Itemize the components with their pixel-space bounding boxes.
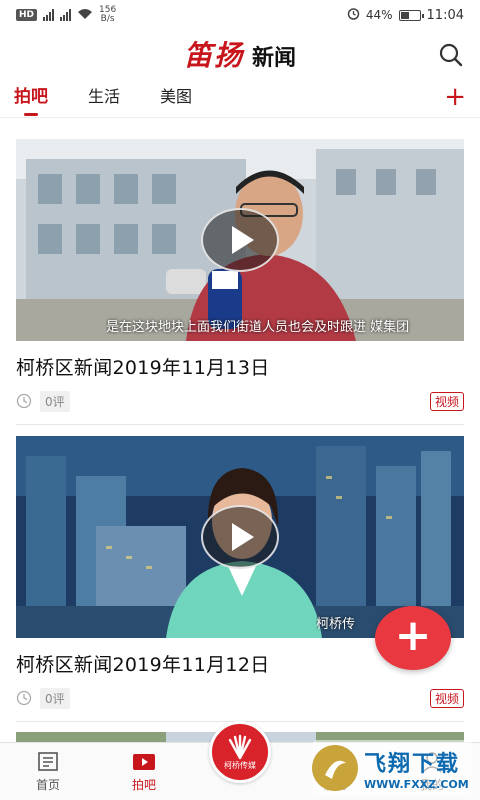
status-right: 44% 11:04 xyxy=(347,7,464,23)
video-thumbnail[interactable]: 是在这块地块上面我们街道人员也会及时跟进 媒集团 xyxy=(16,139,464,341)
nav-paiba-label: 拍吧 xyxy=(131,778,156,792)
nav-paiba[interactable]: 拍吧 xyxy=(96,743,192,800)
app-header: 笛扬 新闻 xyxy=(0,30,480,78)
nav-home-label: 首页 xyxy=(35,778,60,792)
play-icon xyxy=(232,523,254,551)
watermark-url: WWW.FXXZ.COM xyxy=(364,777,469,791)
watermark-title: 飞翔下载 xyxy=(364,751,461,777)
status-left: HD 156 B/s xyxy=(16,6,116,24)
net-speed-unit: B/s xyxy=(100,14,115,24)
center-logo-label: 柯桥传媒 xyxy=(224,760,256,770)
add-post-button[interactable]: + xyxy=(375,606,451,670)
battery-icon xyxy=(398,9,424,21)
status-bar: HD 156 B/s 44% 11:04 xyxy=(0,0,480,30)
tab-life[interactable]: 生活 xyxy=(88,78,120,118)
clock-icon xyxy=(16,393,32,409)
search-icon xyxy=(439,43,463,67)
clock-time: 11:04 xyxy=(426,7,464,23)
category-tabs: 拍吧 生活 美图 + xyxy=(0,78,480,118)
meta-left: 0评 xyxy=(16,390,70,412)
comment-count: 0评 xyxy=(40,390,70,412)
watermark: 飞翔下载 WWW.FXXZ.COM xyxy=(312,740,472,796)
play-button[interactable] xyxy=(201,505,279,569)
news-card-2[interactable]: 柯桥传 柯桥区新闻2019年11月12日 0评 视频 xyxy=(16,436,464,722)
news-meta: 0评 视频 xyxy=(16,390,464,412)
video-subtitle: 是在这块地块上面我们街道人员也会及时跟进 媒集团 xyxy=(106,320,410,335)
center-logo-button[interactable]: 柯桥传媒 xyxy=(209,721,271,783)
comment-count: 0评 xyxy=(40,687,70,709)
alarm-icon xyxy=(347,7,360,23)
play-icon xyxy=(232,226,254,254)
tab-paiba[interactable]: 拍吧 xyxy=(14,78,48,118)
play-button[interactable] xyxy=(201,208,279,272)
video-icon xyxy=(133,754,155,770)
page-title: 新闻 xyxy=(252,45,297,71)
brand: 笛扬 新闻 xyxy=(184,34,296,74)
video-badge: 视频 xyxy=(429,688,464,708)
video-badge: 视频 xyxy=(429,391,464,411)
newspaper-icon xyxy=(38,752,58,771)
wifi-icon xyxy=(77,8,93,23)
divider xyxy=(16,424,464,425)
add-tab-button[interactable]: + xyxy=(444,84,466,110)
net-speed: 156 B/s xyxy=(99,6,116,24)
clock-icon xyxy=(16,690,32,706)
hd-badge: HD xyxy=(16,9,38,21)
brand-logo: 笛扬 xyxy=(183,39,244,72)
news-card-1[interactable]: 是在这块地块上面我们街道人员也会及时跟进 媒集团 柯桥区新闻2019年11月13… xyxy=(16,139,464,425)
news-title[interactable]: 柯桥区新闻2019年11月13日 xyxy=(16,353,464,380)
watermark-text: 飞翔下载 WWW.FXXZ.COM xyxy=(364,746,469,791)
meta-left: 0评 xyxy=(16,687,70,709)
search-button[interactable] xyxy=(438,42,464,68)
signal-icon-2 xyxy=(60,9,72,21)
plus-icon: + xyxy=(394,610,432,661)
tab-photos[interactable]: 美图 xyxy=(160,78,192,118)
signal-icon xyxy=(43,9,55,21)
watermark-logo-icon xyxy=(312,745,358,791)
battery-percent: 44% xyxy=(365,8,393,22)
fan-logo-icon xyxy=(228,734,252,759)
news-meta: 0评 视频 xyxy=(16,687,464,709)
bottom-nav: 首页 拍吧 服务 我的 柯桥传媒 飞翔下载 WWW.FXXZ.COM xyxy=(0,721,480,800)
nav-home[interactable]: 首页 xyxy=(0,743,96,800)
